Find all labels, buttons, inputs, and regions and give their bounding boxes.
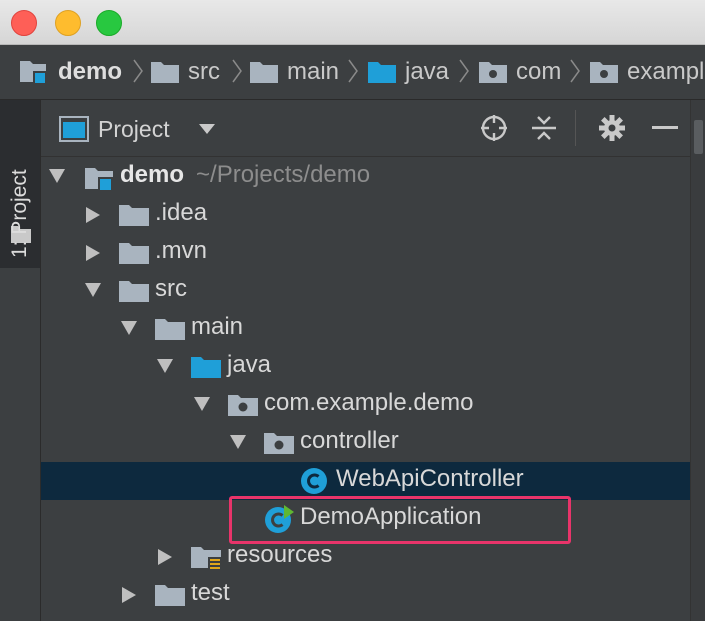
tree-label: demo ~/Projects/demo — [120, 161, 371, 188]
collapse-all-icon[interactable] — [531, 114, 557, 142]
expand-arrow-icon[interactable] — [194, 397, 210, 411]
panel-header: Project — [41, 100, 705, 157]
breadcrumb-item-java[interactable]: java — [367, 45, 449, 99]
chevron-right-icon — [133, 59, 143, 83]
breadcrumb-label: demo — [58, 58, 123, 85]
scrollbar-thumb[interactable] — [694, 120, 703, 154]
breadcrumb-label: java — [405, 58, 450, 85]
class-icon — [301, 468, 327, 494]
breadcrumb-label: exampl — [627, 58, 705, 85]
breadcrumb-label: main — [287, 58, 340, 85]
tree-row-webapicontroller[interactable]: WebApiController — [41, 462, 691, 500]
package-icon — [590, 62, 618, 83]
expand-arrow-icon[interactable] — [86, 207, 100, 223]
breadcrumb-item-src[interactable]: src — [150, 45, 220, 99]
breadcrumb-label: src — [188, 58, 220, 85]
module-folder-icon — [20, 61, 47, 85]
tree-label: .idea — [155, 199, 208, 226]
zoom-button[interactable] — [96, 10, 122, 36]
tree-row-test[interactable]: test — [41, 576, 691, 614]
tree-label: main — [191, 313, 244, 340]
breadcrumb-label: com — [516, 58, 562, 85]
source-folder-icon — [368, 62, 396, 83]
tree-label: test — [191, 579, 230, 606]
chevron-right-icon — [232, 59, 242, 83]
tree-row-mvn[interactable]: .mvn — [41, 234, 691, 272]
tree-label: resources — [227, 541, 333, 568]
expand-arrow-icon[interactable] — [85, 283, 101, 297]
expand-arrow-icon[interactable] — [157, 359, 173, 373]
project-path: ~/Projects/demo — [196, 161, 371, 188]
chevron-right-icon — [570, 59, 580, 83]
gear-icon[interactable] — [598, 114, 626, 142]
breadcrumb: demo src main java com exampl — [0, 45, 705, 100]
project-tool-tab[interactable]: 1: Project — [0, 100, 40, 268]
tree-row-controller[interactable]: controller — [41, 424, 691, 462]
tree-row-demo[interactable]: demo ~/Projects/demo — [41, 158, 691, 196]
breadcrumb-item-com[interactable]: com — [478, 45, 561, 99]
expand-arrow-icon[interactable] — [86, 245, 100, 261]
expand-arrow-icon[interactable] — [122, 587, 136, 603]
tree-label: java — [227, 351, 272, 378]
folder-icon — [119, 281, 149, 302]
tree-label: src — [155, 275, 187, 302]
tree-label: WebApiController — [336, 465, 524, 492]
breadcrumb-item-main[interactable]: main — [249, 45, 339, 99]
expand-arrow-icon[interactable] — [230, 435, 246, 449]
tree-row-src[interactable]: src — [41, 272, 691, 310]
title-bar — [0, 0, 705, 45]
module-folder-icon — [85, 168, 113, 192]
breadcrumb-item-example[interactable]: exampl — [589, 45, 704, 99]
expand-arrow-icon[interactable] — [121, 321, 137, 335]
chevron-right-icon — [348, 59, 358, 83]
panel-title[interactable]: Project — [98, 116, 170, 143]
hide-icon[interactable] — [652, 125, 678, 131]
tree-label: .mvn — [155, 237, 208, 264]
folder-icon — [250, 62, 278, 83]
source-folder-icon — [191, 357, 221, 378]
tree-row-com-example-demo[interactable]: com.example.demo — [41, 386, 691, 424]
project-tree: demo~/Projects/demo .idea .mvn src main — [41, 157, 705, 621]
project-tab-label: 1: Project — [8, 169, 31, 258]
folder-icon — [155, 319, 185, 340]
tree-row-java[interactable]: java — [41, 348, 691, 386]
vertical-scrollbar[interactable] — [690, 100, 705, 621]
folder-icon — [119, 205, 149, 226]
folder-icon — [155, 585, 185, 606]
tree-label: com.example.demo — [264, 389, 474, 416]
expand-arrow-icon[interactable] — [49, 169, 65, 183]
minimize-button[interactable] — [55, 10, 81, 36]
package-icon — [479, 62, 507, 83]
close-button[interactable] — [11, 10, 37, 36]
tree-row-idea[interactable]: .idea — [41, 196, 691, 234]
resources-folder-icon — [191, 547, 222, 571]
locate-icon[interactable] — [480, 114, 508, 142]
project-view-icon — [59, 116, 89, 142]
toolbar-divider — [575, 110, 576, 146]
folder-icon — [151, 62, 179, 83]
package-icon — [228, 395, 258, 416]
expand-arrow-icon[interactable] — [158, 549, 172, 565]
highlight-box — [229, 496, 571, 544]
tool-window-strip: 1: Project — [0, 100, 41, 621]
chevron-down-icon[interactable] — [199, 124, 215, 134]
package-icon — [264, 433, 294, 454]
folder-icon — [119, 243, 149, 264]
breadcrumb-item-demo[interactable]: demo — [18, 45, 122, 99]
tree-row-main[interactable]: main — [41, 310, 691, 348]
tree-label: controller — [300, 427, 399, 454]
chevron-right-icon — [459, 59, 469, 83]
